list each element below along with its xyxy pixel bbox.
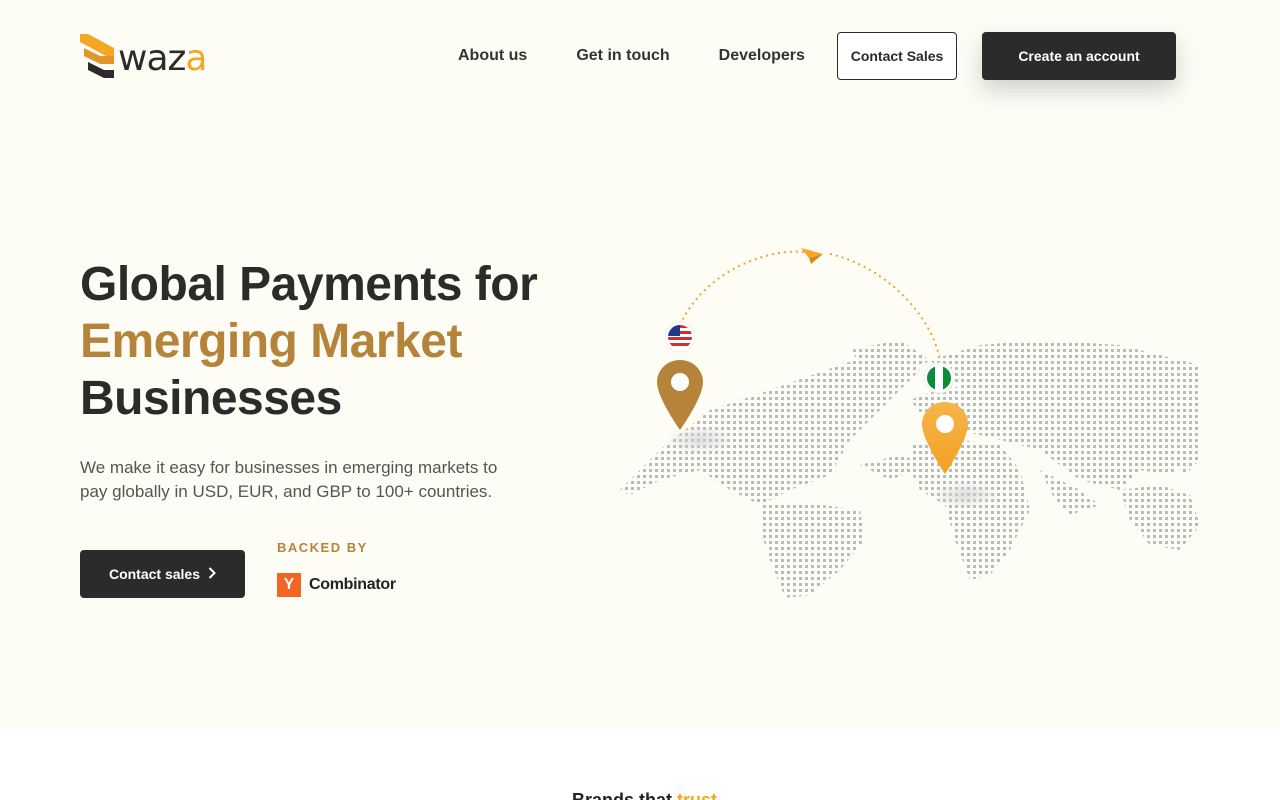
brands-heading-partial: Brands that trust xyxy=(572,790,718,800)
nav-about-us[interactable]: About us xyxy=(458,46,527,66)
headline-line-2: Emerging Market xyxy=(80,315,462,368)
y-combinator-icon: Y xyxy=(277,573,301,597)
waza-logo-text: waza xyxy=(118,37,207,79)
create-account-button[interactable]: Create an account xyxy=(982,32,1176,80)
headline-line-1: Global Payments for xyxy=(80,258,538,311)
chevron-right-icon xyxy=(208,566,216,582)
map-continents xyxy=(620,340,1200,598)
waza-logo[interactable]: waza xyxy=(80,34,210,79)
hero-subtext: We make it easy for businesses in emergi… xyxy=(80,458,498,501)
hero-headline: Global Payments for Emerging Market Busi… xyxy=(80,256,580,427)
y-combinator-logo: Y Combinator xyxy=(277,573,396,597)
hero-contact-sales-button[interactable]: Contact sales xyxy=(80,550,245,598)
contact-sales-button[interactable]: Contact Sales xyxy=(837,32,957,80)
world-map-illustration xyxy=(600,240,1200,600)
y-combinator-text: Combinator xyxy=(309,576,396,593)
nigeria-flag-icon xyxy=(923,362,955,394)
waza-logo-icon xyxy=(80,34,116,78)
nav-get-in-touch[interactable]: Get in touch xyxy=(576,46,669,66)
us-flag-icon xyxy=(664,321,696,353)
us-location-pin-icon xyxy=(657,360,703,430)
nav-developers[interactable]: Developers xyxy=(719,46,805,66)
hero-contact-sales-label: Contact sales xyxy=(108,566,201,582)
main-nav: About us Get in touch Developers xyxy=(458,46,805,66)
headline-line-3: Businesses xyxy=(80,372,342,425)
backed-by-label: BACKED BY xyxy=(277,540,368,555)
paper-plane-icon xyxy=(801,248,823,264)
